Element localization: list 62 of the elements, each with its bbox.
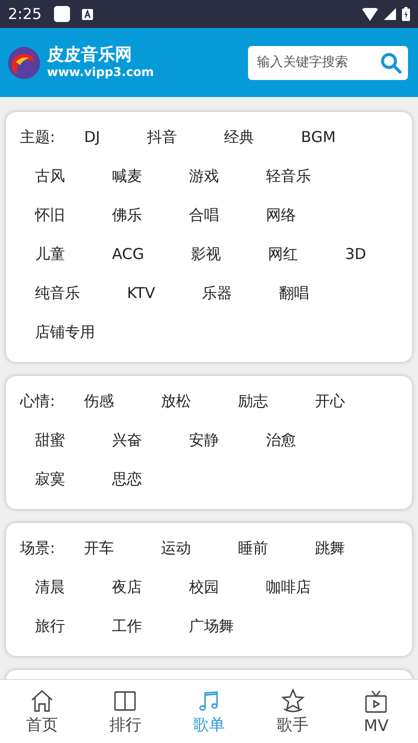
nav-tab[interactable]: MV xyxy=(334,680,418,743)
category-tag[interactable]: 古风 xyxy=(35,157,65,196)
category-tag[interactable]: 合唱 xyxy=(189,196,219,235)
site-name: 皮皮音乐网 xyxy=(47,45,133,65)
category-tag[interactable]: 放松 xyxy=(161,382,192,421)
search-field[interactable]: 输入关键字搜索 xyxy=(248,46,408,80)
category-tag[interactable]: 抖音 xyxy=(147,118,178,157)
category-tag[interactable]: 励志 xyxy=(238,382,268,421)
category-tag[interactable]: 广场舞 xyxy=(189,607,234,646)
category-label: 场景: xyxy=(20,538,56,559)
category-tag[interactable]: 经典 xyxy=(224,118,254,157)
keyboard-notification-icon xyxy=(82,8,93,20)
category-tag[interactable]: 思恋 xyxy=(112,460,142,499)
category-tag[interactable]: 伤感 xyxy=(84,382,114,421)
category-tag[interactable]: 兴奋 xyxy=(112,421,142,460)
category-tag[interactable]: 3D xyxy=(345,235,366,274)
category-tag[interactable]: 儿童 xyxy=(35,235,65,274)
category-tag[interactable]: 夜店 xyxy=(112,568,142,607)
category-tag[interactable]: 翻唱 xyxy=(279,274,310,313)
battery-icon xyxy=(402,7,410,21)
category-tag[interactable]: 睡前 xyxy=(238,529,268,568)
nav-tab[interactable]: 首页 xyxy=(0,680,84,743)
nav-tab[interactable]: 歌手 xyxy=(250,680,334,743)
category-tag[interactable]: BGM xyxy=(301,118,336,157)
site-url: www.vipp3.com xyxy=(47,65,154,80)
logo-icon xyxy=(7,46,41,80)
category-tag[interactable]: 开车 xyxy=(84,529,114,568)
search-icon[interactable] xyxy=(380,52,402,74)
category-tag[interactable]: 乐器 xyxy=(202,274,232,313)
notification-icon xyxy=(54,6,70,22)
category-tag[interactable]: 清晨 xyxy=(35,568,65,607)
category-tag[interactable]: 工作 xyxy=(112,607,142,646)
category-tag[interactable]: 校园 xyxy=(189,568,219,607)
category-tag[interactable]: 佛乐 xyxy=(112,196,142,235)
category-tag[interactable]: 开心 xyxy=(315,382,346,421)
category-tag[interactable]: 网红 xyxy=(268,235,298,274)
category-tag[interactable]: 安静 xyxy=(189,421,219,460)
nav-tab[interactable]: 排行 xyxy=(84,680,168,743)
category-label: 心情: xyxy=(20,391,56,412)
star-icon[interactable] xyxy=(278,687,307,715)
category-tag[interactable]: 游戏 xyxy=(189,157,219,196)
category-tag[interactable]: 轻音乐 xyxy=(266,157,311,196)
category-tag[interactable]: ACG xyxy=(112,235,144,274)
category-tag[interactable]: 店铺专用 xyxy=(35,313,95,352)
category-tag[interactable]: 怀旧 xyxy=(35,196,65,235)
category-tag[interactable]: 寂寞 xyxy=(35,460,65,499)
clock-time: 2:25 xyxy=(8,5,42,23)
category-tag[interactable]: 旅行 xyxy=(35,607,65,646)
category-tag[interactable]: 喊麦 xyxy=(112,157,142,196)
category-tag[interactable]: 咖啡店 xyxy=(266,568,311,607)
signal-icon xyxy=(384,8,396,20)
category-tag[interactable]: DJ xyxy=(84,118,100,157)
category-tag[interactable]: 纯音乐 xyxy=(35,274,80,313)
category-tag[interactable]: 甜蜜 xyxy=(35,421,65,460)
category-tag[interactable]: 网络 xyxy=(266,196,296,235)
category-tag[interactable]: 跳舞 xyxy=(315,529,346,568)
category-tag[interactable]: KTV xyxy=(127,274,156,313)
category-tag[interactable]: 影视 xyxy=(191,235,222,274)
wifi-icon xyxy=(362,8,378,20)
category-tag[interactable]: 治愈 xyxy=(266,421,296,460)
category-label: 主题: xyxy=(20,127,56,148)
category-tag[interactable]: 运动 xyxy=(161,529,192,568)
